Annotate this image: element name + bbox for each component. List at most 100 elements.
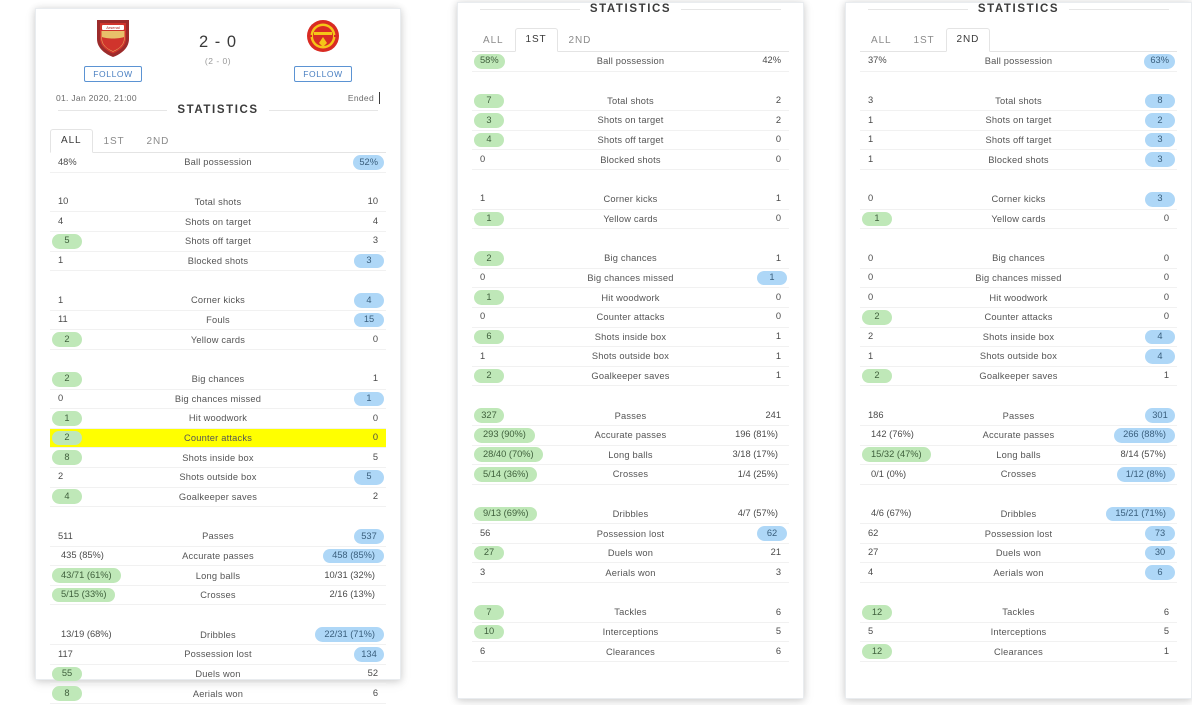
stat-row: 2 Counter attacks 0: [50, 428, 386, 449]
statistics-tabs: ALL 1ST 2ND: [860, 28, 1177, 52]
stat-away-cell: 2: [703, 113, 789, 128]
stat-home-cell: 0: [472, 310, 558, 325]
stat-home-value: 0: [480, 311, 486, 322]
stat-away-value: 2: [1145, 113, 1175, 128]
stat-away-value: 6: [775, 606, 781, 617]
tab-2nd[interactable]: 2ND: [136, 130, 181, 153]
stat-label: Shots inside box: [594, 331, 667, 342]
stat-away-cell: 3: [300, 253, 386, 269]
stat-home-value: 3: [868, 95, 874, 106]
tab-all[interactable]: ALL: [472, 29, 515, 52]
stat-group-gap: [860, 583, 1177, 603]
stat-label: Tackles: [1002, 607, 1035, 618]
stat-away-cell: 241: [703, 408, 789, 423]
stat-away-cell: 30: [1091, 545, 1177, 561]
stat-row: 1 Shots on target 2: [860, 111, 1177, 131]
stat-home-value: 2: [862, 309, 892, 325]
stat-home-value: 2: [868, 331, 874, 342]
away-team-block[interactable]: FOLLOW: [280, 17, 366, 83]
statistics-title-row: STATISTICS: [36, 104, 400, 116]
stat-home-value: 58%: [474, 53, 505, 69]
stat-row: 5/14 (36%) Crosses 1/4 (25%): [472, 465, 789, 485]
tab-1st[interactable]: 1ST: [903, 29, 946, 52]
arsenal-crest-icon: Arsenal: [97, 20, 129, 57]
stat-away-cell: 52%: [300, 155, 386, 170]
stat-row: 0 Big chances 0: [860, 249, 1177, 269]
stat-away-value: 0: [1163, 291, 1169, 302]
score-main: 2 - 0: [198, 33, 238, 51]
stat-home-cell: 15/32 (47%): [860, 447, 946, 463]
stat-label: Shots off target: [597, 135, 664, 146]
stat-away-value: 0: [1163, 272, 1169, 283]
home-team-block[interactable]: Arsenal FOLLOW: [70, 17, 156, 83]
stat-label: Dribbles: [612, 508, 649, 519]
stat-away-cell: 5: [300, 469, 386, 485]
stat-home-cell: 1: [860, 113, 946, 128]
stat-home-value: 43/71 (61%): [52, 568, 121, 583]
stat-home-cell: 2: [50, 430, 136, 446]
stat-label: Total shots: [607, 95, 654, 106]
stat-away-value: 458 (85%): [323, 548, 384, 564]
stat-label: Goalkeeper saves: [591, 371, 670, 382]
stat-row: 3 Aerials won 3: [472, 563, 789, 584]
stat-row: 7 Tackles 6: [472, 603, 789, 623]
stat-away-cell: 3: [1091, 152, 1177, 167]
stat-home-value: 56: [480, 527, 491, 538]
match-header: Arsenal FOLLOW 2 - 0 (2 - 0) FOLLOW 01. …: [36, 9, 400, 105]
text-caret: [379, 92, 380, 105]
stat-away-cell: 0: [1091, 310, 1177, 325]
tab-2nd[interactable]: 2ND: [945, 28, 991, 52]
tab-1st[interactable]: 1ST: [514, 28, 558, 52]
stat-row: 2 Shots inside box 4: [860, 328, 1177, 348]
stat-away-cell: 3/18 (17%): [703, 447, 789, 462]
stat-home-value: 48%: [58, 156, 77, 167]
stat-home-cell: 5/14 (36%): [472, 467, 558, 482]
stat-label: Shots outside box: [591, 351, 670, 362]
stat-label: Counter attacks: [984, 312, 1053, 323]
stat-home-cell: 0: [860, 192, 946, 207]
stat-away-cell: 5: [1091, 625, 1177, 640]
stat-home-cell: 10: [50, 195, 136, 210]
stat-away-cell: 4: [1091, 349, 1177, 364]
stat-home-cell: 2: [860, 309, 946, 325]
stat-row: 0 Counter attacks 0: [472, 308, 789, 328]
stat-home-cell: 56: [472, 526, 558, 541]
stat-away-cell: 0: [300, 431, 386, 446]
stat-away-value: 2/16 (13%): [329, 589, 375, 600]
stat-home-value: 0: [480, 153, 486, 164]
tab-2nd[interactable]: 2ND: [558, 29, 603, 52]
stat-label: Blocked shots: [988, 154, 1049, 165]
stat-away-value: 6: [775, 645, 781, 656]
stat-away-cell: 0: [703, 290, 789, 305]
stat-away-cell: 0: [703, 212, 789, 227]
screenshot-canvas: Arsenal FOLLOW 2 - 0 (2 - 0) FOLLOW 01. …: [0, 0, 1192, 705]
stat-home-cell: 435 (85%): [50, 549, 136, 564]
stat-label: Long balls: [195, 570, 241, 581]
stats-card-first-half: STATISTICS ALL 1ST 2ND 58% Ball possession 42%…: [457, 2, 804, 699]
stat-home-cell: 5: [50, 233, 136, 249]
stat-away-cell: 3: [1091, 132, 1177, 148]
stat-home-value: 2: [474, 251, 504, 266]
stat-away-cell: 4: [300, 293, 386, 308]
stat-away-value: 2: [775, 114, 781, 125]
tab-all[interactable]: ALL: [860, 29, 903, 52]
stat-home-value: 10: [58, 196, 69, 207]
follow-home-button[interactable]: FOLLOW: [84, 66, 142, 83]
statistics-title: STATISTICS: [177, 104, 259, 117]
stat-row: 511 Passes 537: [50, 527, 386, 547]
stat-label: Ball possession: [596, 56, 665, 67]
stat-list: 58% Ball possession 42% 7 Total shots 2 3 Shots…: [458, 52, 803, 662]
tab-1st[interactable]: 1ST: [93, 130, 136, 153]
stat-home-cell: 2: [50, 470, 136, 485]
stat-away-value: 30: [1145, 545, 1175, 561]
follow-away-button[interactable]: FOLLOW: [294, 66, 352, 83]
stat-away-value: 3: [1145, 152, 1175, 167]
match-status: Ended: [347, 93, 374, 104]
stat-row: 2 Goalkeeper saves 1: [472, 367, 789, 387]
stat-home-value: 0: [868, 272, 874, 283]
stat-home-value: 2: [52, 430, 82, 446]
stat-row: 28/40 (70%) Long balls 3/18 (17%): [472, 446, 789, 466]
tab-all[interactable]: ALL: [50, 129, 93, 154]
stat-label: Possession lost: [596, 528, 665, 539]
stat-away-cell: 2: [1091, 113, 1177, 128]
